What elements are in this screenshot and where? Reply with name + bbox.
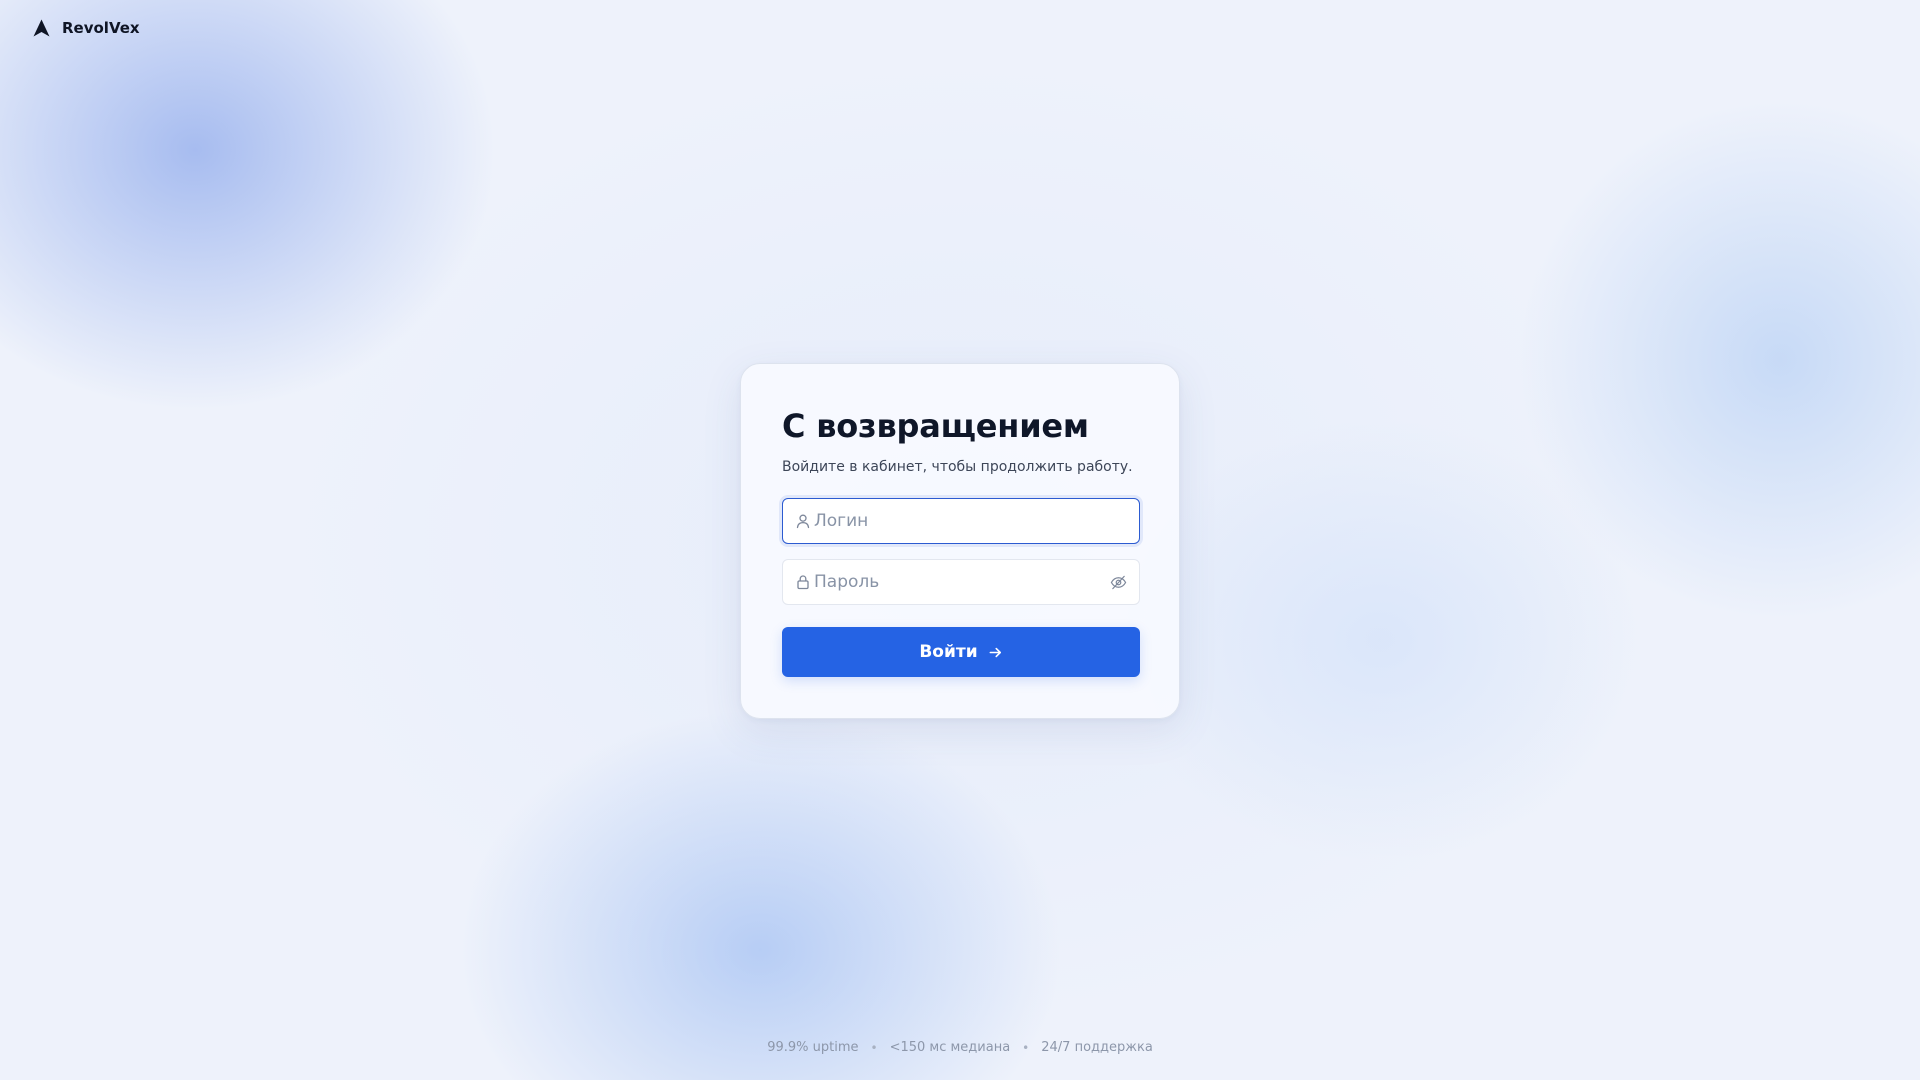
brand-name: RevolVex <box>62 19 140 37</box>
eye-off-icon <box>1110 575 1126 589</box>
login-button-label: Войти <box>919 642 978 662</box>
show-password-toggle[interactable] <box>1107 571 1129 593</box>
login-field <box>782 498 1140 544</box>
password-field <box>782 559 1140 605</box>
footer-stats: 99.9% uptime • <150 мс медиана • 24/7 по… <box>0 1040 1920 1055</box>
footer-separator: • <box>870 1040 878 1055</box>
login-input[interactable] <box>783 499 1139 543</box>
lock-icon <box>797 575 809 590</box>
password-input[interactable] <box>783 560 1139 604</box>
footer-latency: <150 мс медиана <box>889 1040 1011 1055</box>
page-title: С возвращением <box>782 407 1089 445</box>
arrow-navigation-icon <box>33 19 50 37</box>
footer-uptime: 99.9% uptime <box>767 1040 859 1055</box>
footer-separator: • <box>1022 1040 1030 1055</box>
page-subtitle: Войдите в кабинет, чтобы продолжить рабо… <box>782 459 1133 475</box>
brand[interactable]: RevolVex <box>33 19 140 37</box>
arrow-right-icon <box>989 647 1001 657</box>
user-icon <box>796 514 810 529</box>
login-button[interactable]: Войти <box>782 627 1140 677</box>
footer-support: 24/7 поддержка <box>1041 1040 1153 1055</box>
login-card: С возвращением Войдите в кабинет, чтобы … <box>740 363 1180 719</box>
